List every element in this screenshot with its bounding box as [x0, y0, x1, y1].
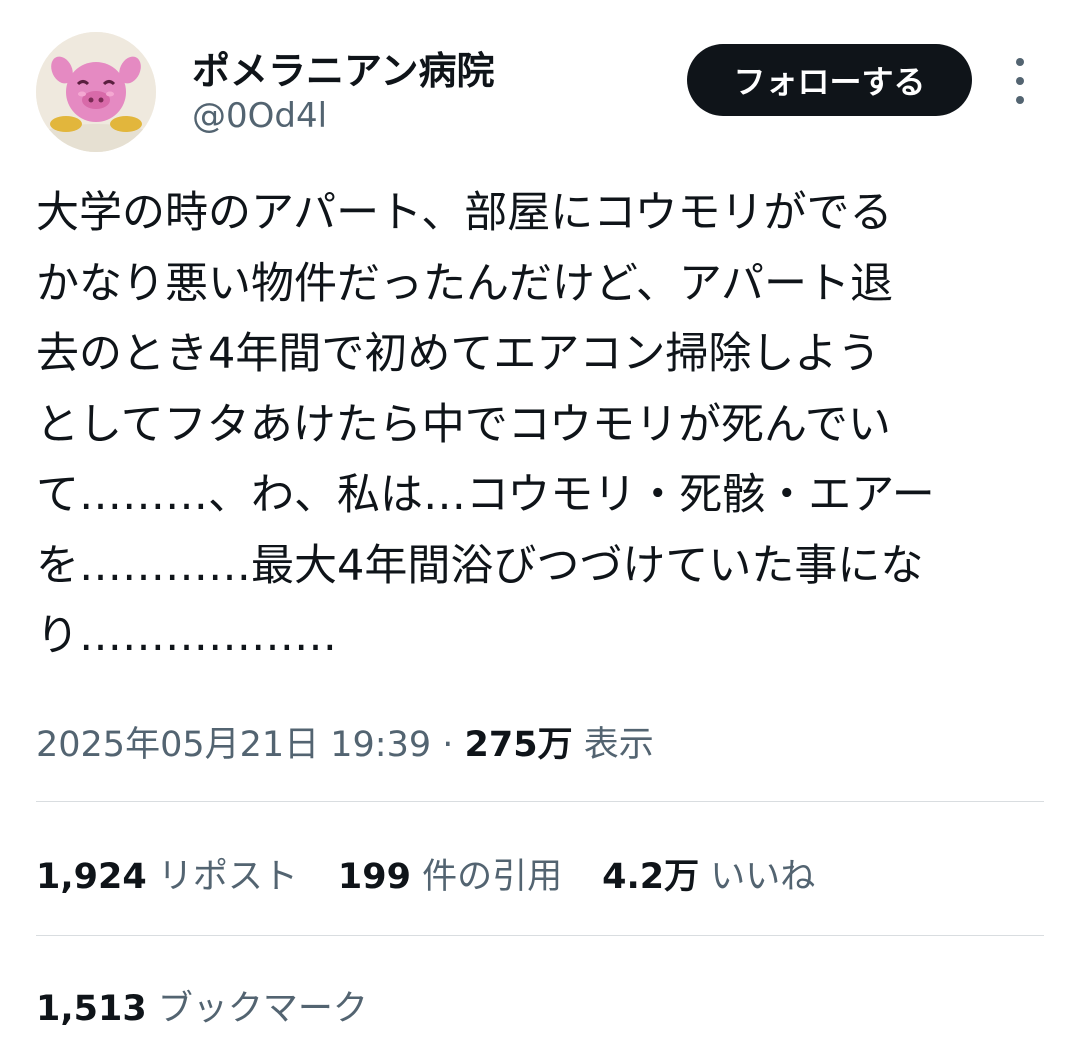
quotes-label: 件の引用 — [422, 857, 563, 897]
tweet-meta: 2025年05月21日 19:39 · 275万 表示 — [36, 716, 654, 767]
divider — [36, 801, 1044, 802]
more-vertical-icon[interactable] — [1006, 58, 1034, 104]
bookmarks-count: 1,513 — [36, 989, 147, 1029]
likes-label: いいね — [710, 857, 816, 897]
dot — [1016, 77, 1024, 85]
divider — [36, 935, 1044, 936]
tweet-text-line: 去のとき4年間で初めてエアコン掃除しよう — [36, 329, 881, 379]
tweet-text-line: かなり悪い物件だったんだけど、アパート退 — [36, 258, 893, 309]
tweet-text-line: て………、わ、私は…コウモリ・死骸・エアー — [36, 470, 935, 520]
tweet-text-line: としてフタあけたら中でコウモリが死んでい — [36, 399, 891, 450]
views-count: 275万 — [464, 725, 573, 765]
tweet-text-line: 大学の時のアパート、部屋にコウモリがでる — [36, 188, 893, 238]
tweet-timestamp[interactable]: 2025年05月21日 19:39 — [36, 725, 431, 765]
reposts-count: 1,924 — [36, 857, 147, 897]
dot — [1016, 96, 1024, 104]
follow-button[interactable]: フォローする — [687, 44, 972, 116]
bookmarks-stat[interactable]: 1,513 ブックマーク — [36, 980, 368, 1031]
tweet-text-line: り……………… — [36, 611, 337, 661]
tweet-text-line: を…………最大4年間浴びつづけていた事にな — [36, 540, 924, 591]
likes-stat[interactable]: 4.2万 いいね — [602, 848, 815, 899]
quotes-count: 199 — [337, 857, 411, 897]
author-display-name[interactable]: ポメラニアン病院 — [192, 40, 494, 95]
reposts-label: リポスト — [157, 857, 298, 897]
pig-avatar-icon — [36, 32, 156, 152]
reposts-stat[interactable]: 1,924 リポスト — [36, 848, 298, 899]
likes-count: 4.2万 — [602, 857, 700, 897]
avatar[interactable] — [36, 32, 156, 152]
tweet-text: 大学の時のアパート、部屋にコウモリがでる かなり悪い物件だったんだけど、アパート… — [36, 178, 1046, 672]
quotes-stat[interactable]: 199 件の引用 — [338, 848, 562, 899]
tweet-detail: ポメラニアン病院 @0Od4l フォローする 大学の時のアパート、部屋にコウモリ… — [0, 0, 1079, 1063]
engagement-stats: 1,924 リポスト 199 件の引用 4.2万 いいね — [36, 848, 815, 899]
dot — [1016, 58, 1024, 66]
author-handle[interactable]: @0Od4l — [192, 96, 327, 136]
views-label: 表示 — [583, 725, 654, 765]
meta-separator: · — [431, 725, 465, 765]
bookmarks-label: ブックマーク — [157, 989, 368, 1029]
